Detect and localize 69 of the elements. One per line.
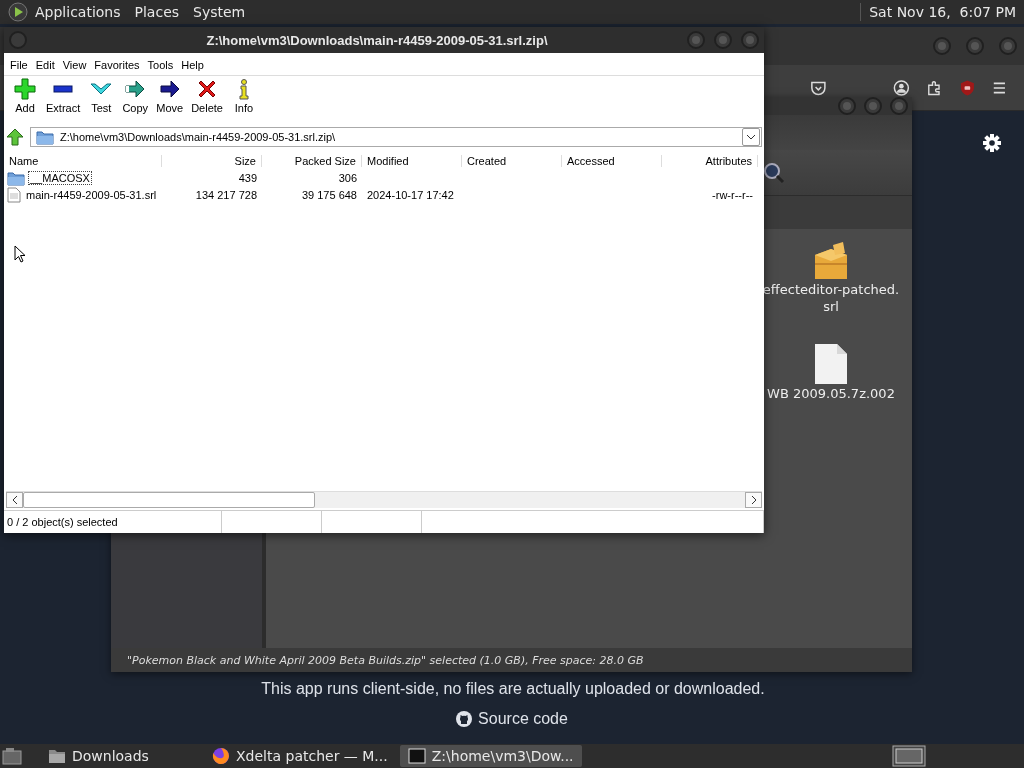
status-text: 0 / 2 object(s) selected — [4, 511, 222, 533]
app-icon — [407, 748, 426, 764]
window-title: Z:\home\vm3\Downloads\main-r4459-2009-05-31.srl.zip\ — [205, 32, 549, 48]
table-cell-text: 39 175 648 — [300, 188, 358, 201]
chevron-right-icon[interactable] — [750, 495, 757, 505]
notice-text: This app runs client-side, no files are actually uploaded or downloaded. — [261, 680, 765, 698]
table-cell-text: -rw-r--r-- — [711, 188, 754, 201]
browser-icon — [212, 747, 230, 765]
path-field[interactable]: Z:\home\vm3\Downloads\main-r4459-2009-05-31.srl.zip\ — [30, 127, 762, 147]
panel-menu[interactable]: System — [186, 4, 253, 20]
file-name[interactable]: main-r4459-2009-05-31.srl — [24, 187, 159, 202]
copy-button[interactable]: Copy — [118, 76, 153, 116]
settings-icon[interactable] — [982, 133, 1002, 153]
status-text: "Pokemon Black and White April 2009 Beta Builds.zip" selected (1.0 GB), Free space: 28.0 GB — [111, 648, 912, 672]
box-icon[interactable] — [813, 241, 849, 281]
account-icon[interactable] — [893, 78, 910, 97]
table-cell-text: 439 — [237, 171, 258, 184]
move-button[interactable]: Move — [152, 76, 188, 116]
column-header[interactable]: Modified — [362, 154, 462, 167]
test-button[interactable]: Test — [84, 76, 119, 116]
file-name[interactable]: effecteditor-patched.srl — [762, 281, 900, 315]
panel-menu[interactable]: Places — [127, 4, 187, 20]
up-arrow-icon[interactable] — [6, 128, 24, 146]
column-header[interactable]: Created — [462, 154, 562, 167]
github-icon — [456, 711, 473, 727]
menu-item[interactable]: File — [6, 59, 32, 71]
file-name[interactable]: __MACOSX — [28, 170, 92, 185]
document-icon[interactable] — [814, 343, 848, 385]
arrow-icon — [158, 78, 181, 100]
file-icon — [7, 186, 21, 203]
taskbar-item[interactable]: Xdelta patcher — M... — [204, 745, 396, 767]
column-header[interactable]: Name — [4, 154, 162, 167]
file-name[interactable]: WB 2009.05.7z.002 — [762, 385, 900, 402]
folder-icon — [7, 169, 25, 186]
clock[interactable]: Sat Nov 16, 6:07 PM — [869, 4, 1016, 20]
panel-menu[interactable]: Applications — [28, 4, 128, 20]
menu-item[interactable]: Edit — [31, 59, 59, 71]
show-desktop-icon[interactable] — [2, 747, 22, 765]
info-button[interactable]: Info — [226, 76, 261, 116]
column-header[interactable]: Accessed — [562, 154, 662, 167]
chevron-down-icon[interactable] — [746, 134, 756, 140]
table-cell-text: 306 — [337, 171, 358, 184]
column-header[interactable]: Packed Size — [262, 154, 362, 167]
delete-button[interactable]: Delete — [187, 76, 227, 116]
column-header[interactable]: Size — [162, 154, 262, 167]
menu-logo-icon[interactable] — [8, 2, 28, 22]
scrollbar[interactable] — [6, 491, 762, 508]
arrow-icon — [124, 78, 147, 100]
extract-button[interactable]: Extract — [42, 76, 85, 116]
taskbar-item[interactable]: Downloads — [40, 745, 200, 767]
table-cell-text: 134 217 728 — [194, 188, 258, 201]
plus-icon — [14, 78, 36, 100]
folder-icon — [36, 129, 54, 145]
menu-item[interactable]: View — [58, 59, 91, 71]
menu-item[interactable]: Favorites — [90, 59, 144, 71]
source-code-link[interactable]: Source code — [456, 710, 568, 728]
column-header[interactable]: Attributes — [662, 154, 758, 167]
folder-icon — [48, 748, 66, 764]
puzzle-icon[interactable] — [925, 78, 943, 97]
table-cell-text: 2024-10-17 17:42 — [366, 188, 455, 201]
pointer-icon — [14, 245, 26, 263]
search-icon[interactable] — [763, 161, 785, 184]
chevron-left-icon[interactable] — [11, 495, 18, 505]
taskbar-item[interactable]: Z:\home\vm3\Dow... — [399, 745, 582, 767]
add-button[interactable]: Add — [8, 76, 42, 116]
menu-item[interactable]: Tools — [143, 59, 178, 71]
menu-item[interactable]: Help — [177, 59, 208, 71]
shield-icon[interactable] — [958, 78, 976, 97]
workspace-icon[interactable] — [892, 745, 926, 767]
